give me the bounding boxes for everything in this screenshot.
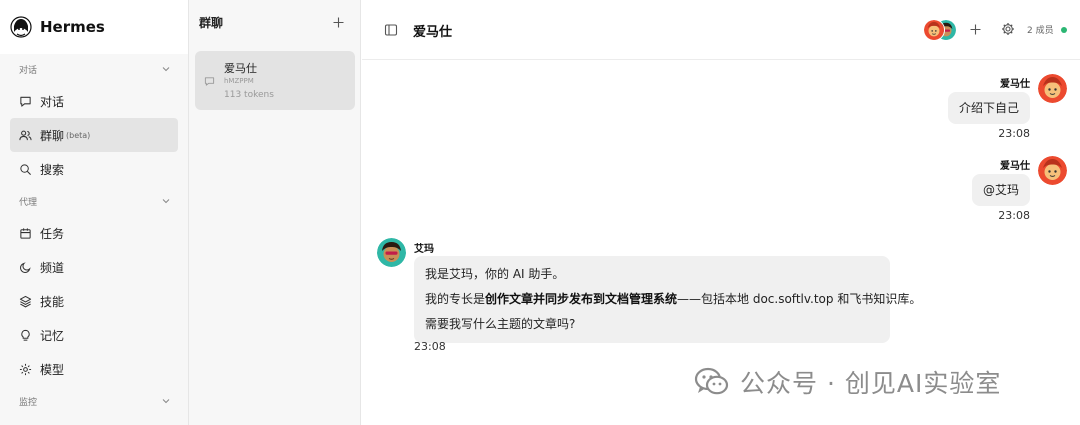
sidebar-item-label: 记忆 xyxy=(40,328,65,343)
sidebar-item-channels[interactable]: 频道 xyxy=(10,250,178,284)
online-status-dot xyxy=(1061,27,1067,33)
chevron-down-icon xyxy=(162,199,170,204)
chat-title: 爱马仕 xyxy=(413,25,453,40)
lightbulb-icon xyxy=(21,329,30,341)
message-line: 我是艾玛，你的 AI 助手。 xyxy=(425,267,565,281)
sidebar-item-label: 频道 xyxy=(40,260,65,275)
message-sender: 爱马仕 xyxy=(1000,79,1030,90)
sidebar-item-models[interactable]: 模型 xyxy=(10,352,178,386)
message-bubble: 介绍下自己 xyxy=(947,92,1030,124)
message-time: 23:08 xyxy=(998,209,1030,222)
beta-badge: (beta) xyxy=(66,130,91,140)
gear-icon[interactable] xyxy=(1001,22,1015,36)
section-label: 代理 xyxy=(19,197,38,208)
message-sender: 艾玛 xyxy=(414,244,434,255)
sidebar-item-label: 技能 xyxy=(40,294,65,309)
brand[interactable]: Hermes xyxy=(0,0,188,54)
avatar-hermes-icon xyxy=(1038,74,1067,103)
message-text: ——包括本地 doc.softlv.top 和飞书知识库。 xyxy=(677,292,922,306)
layers-icon xyxy=(19,295,32,307)
section-header-chat[interactable]: 对话 xyxy=(0,54,188,84)
conversation-id: hMZPPM xyxy=(224,77,254,85)
section-label: 监控 xyxy=(19,397,38,408)
sidebar-item-label: 模型 xyxy=(40,362,65,377)
toggle-sidebar-icon[interactable] xyxy=(384,23,398,37)
sidebar-item-label: 搜索 xyxy=(40,162,65,177)
member-avatars[interactable] xyxy=(923,19,957,41)
chat-icon xyxy=(20,96,31,107)
sidebar: Hermes 对话 对话 群聊 (beta) 搜索 代理 任务 频道 技能 记忆… xyxy=(0,0,189,425)
message-time: 23:08 xyxy=(998,127,1030,140)
conversation-list-title: 群聊 xyxy=(199,16,224,30)
sidebar-item-search[interactable]: 搜索 xyxy=(10,152,178,186)
conversation-list-header: 群聊 xyxy=(189,0,360,45)
message-bubble: @艾玛 xyxy=(971,174,1030,206)
message-line: 我的专长是创作文章并同步发布到文档管理系统——包括本地 doc.softlv.t… xyxy=(425,287,921,312)
chevron-down-icon xyxy=(162,67,170,72)
message-text: @艾玛 xyxy=(982,183,1019,197)
sidebar-item-skills[interactable]: 技能 xyxy=(10,284,178,318)
avatar-emma-icon xyxy=(377,238,406,267)
moon-icon xyxy=(20,261,31,273)
message-bold-text: 创作文章并同步发布到文档管理系统 xyxy=(485,292,678,306)
avatar-hermes-icon xyxy=(923,19,945,41)
section-label: 对话 xyxy=(19,65,38,76)
sidebar-item-chat[interactable]: 对话 xyxy=(10,84,178,118)
message-text: 我的专长是 xyxy=(425,292,486,306)
conversation-token-count: 113 tokens xyxy=(224,90,274,100)
section-header-monitor[interactable]: 监控 xyxy=(0,386,188,416)
message-sender: 爱马仕 xyxy=(1000,161,1030,172)
section-header-agent[interactable]: 代理 xyxy=(0,186,188,216)
chat-panel: 爱马仕 2 成员 爱马仕 介绍下自己 23:08 爱马仕 @艾玛 23:08 艾… xyxy=(362,0,1080,425)
message-bubble: 我是艾玛，你的 AI 助手。 我的专长是创作文章并同步发布到文档管理系统——包括… xyxy=(414,256,921,343)
sidebar-item-group-chat[interactable]: 群聊 (beta) xyxy=(10,118,178,152)
conversation-name: 爱马仕 xyxy=(224,62,257,75)
group-icon xyxy=(19,130,32,140)
app-name: Hermes xyxy=(40,18,105,36)
member-count[interactable]: 2 成员 xyxy=(1027,23,1054,36)
chevron-down-icon xyxy=(162,399,170,404)
message-text: 介绍下自己 xyxy=(958,101,1019,115)
avatar-hermes-icon xyxy=(1038,156,1067,185)
new-group-chat-plus-icon[interactable] xyxy=(333,17,344,28)
sidebar-item-label: 群聊 xyxy=(40,128,65,143)
conversation-list: 群聊 爱马仕 hMZPPM 113 tokens xyxy=(189,0,361,425)
conversation-item[interactable]: 爱马仕 hMZPPM 113 tokens xyxy=(195,51,355,110)
message-time: 23:08 xyxy=(414,340,446,353)
hermes-logo-icon xyxy=(10,16,32,38)
sidebar-item-tasks[interactable]: 任务 xyxy=(10,216,178,250)
watermark: 公众号 · 创见AI实验室 xyxy=(694,364,1001,400)
sidebar-item-memory[interactable]: 记忆 xyxy=(10,318,178,352)
calendar-icon xyxy=(20,227,31,239)
wechat-icon xyxy=(694,367,729,395)
watermark-text: 公众号 · 创见AI实验室 xyxy=(740,369,1002,398)
sidebar-item-label: 任务 xyxy=(40,226,65,241)
message-line: 需要我写什么主题的文章吗? xyxy=(425,317,576,331)
search-icon xyxy=(20,163,32,175)
chat-header: 爱马仕 2 成员 xyxy=(362,0,1080,60)
chat-icon xyxy=(204,77,215,86)
add-member-plus-icon[interactable] xyxy=(970,24,981,35)
sidebar-item-label: 对话 xyxy=(40,94,65,109)
sparkle-icon xyxy=(19,363,32,375)
